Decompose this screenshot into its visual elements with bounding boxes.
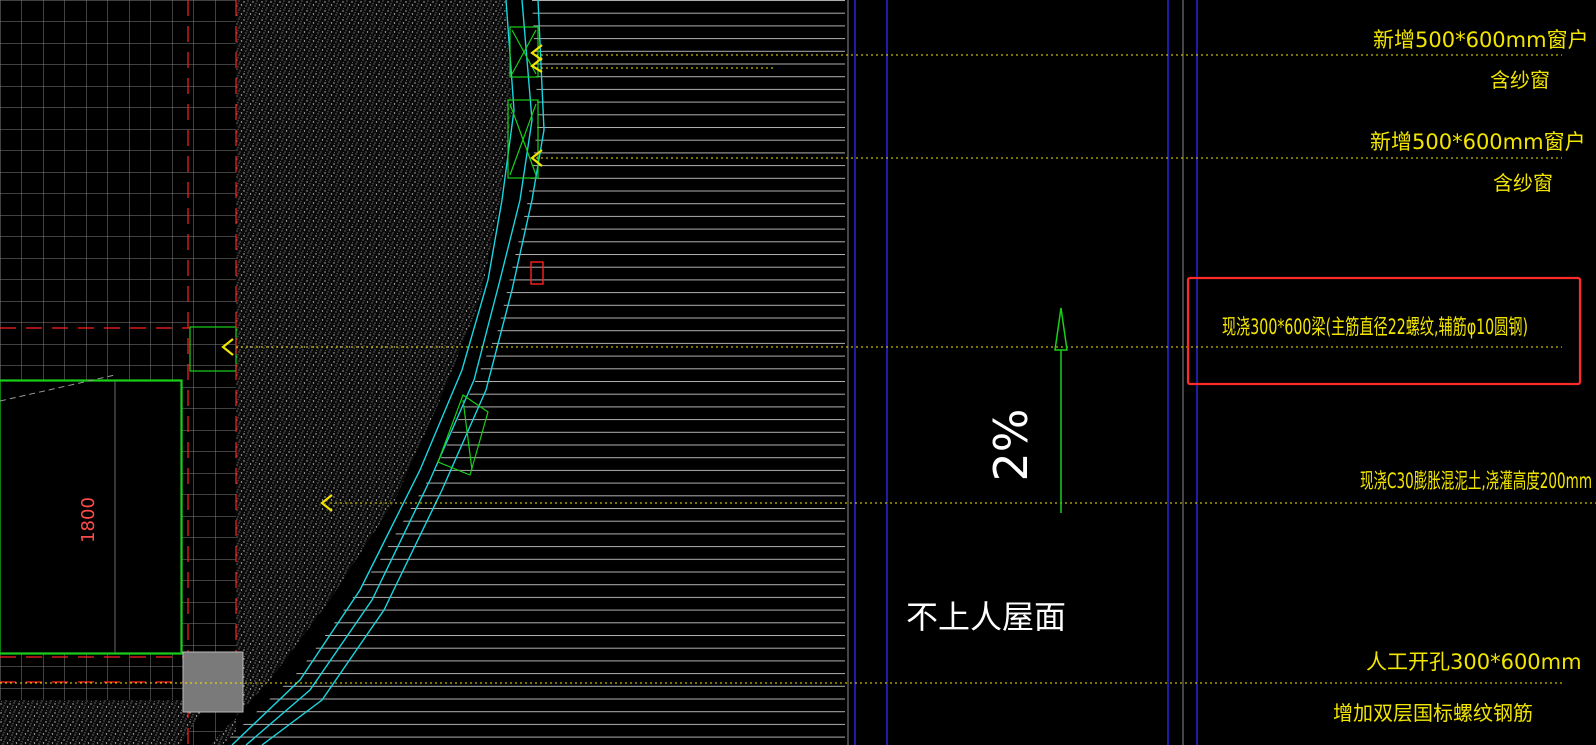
- screen-note-2: 含纱窗: [1493, 171, 1553, 195]
- rebar-note: 增加双层国标螺纹钢筋: [1333, 701, 1533, 725]
- slope-label: 2%: [984, 409, 1038, 482]
- concrete-note: 现浇C30膨胀混泥土,浇灌高度200mm: [1360, 469, 1592, 493]
- up-arrow-icon: [1054, 307, 1068, 513]
- roof-label: 不上人屋面: [906, 598, 1066, 636]
- opening-note: 人工开孔300*600mm: [1366, 650, 1582, 674]
- grey-column-block: [182, 651, 244, 713]
- cad-drawing-canvas[interactable]: 新增500*600mm窗户 含纱窗 新增500*600mm窗户 含纱窗 现浇30…: [0, 0, 1596, 745]
- beam-note: 现浇300*600梁(主筋直径22螺纹,辅筋φ10圆钢): [1222, 315, 1528, 339]
- screen-note-1: 含纱窗: [1490, 68, 1550, 92]
- dimension-label: 1800: [78, 497, 99, 543]
- window-note-2: 新增500*600mm窗户: [1370, 130, 1586, 154]
- window-note-1: 新增500*600mm窗户: [1373, 28, 1589, 52]
- annotation-labels: 新增500*600mm窗户 含纱窗 新增500*600mm窗户 含纱窗 现浇30…: [1222, 28, 1592, 725]
